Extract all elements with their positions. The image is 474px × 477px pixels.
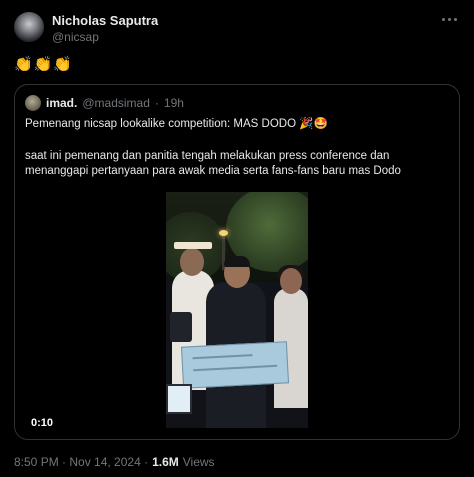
post-timestamp[interactable]: 8:50 PM · Nov 14, 2024 · xyxy=(14,455,148,469)
video-frame-light xyxy=(219,230,228,236)
quote-text-line1: Pemenang nicsap lookalike competition: M… xyxy=(25,118,328,130)
video-frame-prize-board xyxy=(180,341,290,389)
video-frame-board-line xyxy=(193,364,278,372)
views-count: 1.6M xyxy=(152,455,179,469)
author-handle[interactable]: @nicsap xyxy=(52,30,99,44)
quoted-post[interactable]: imad. @madsimad · 19h Pemenang nicsap lo… xyxy=(14,84,460,440)
video-frame-board-line xyxy=(192,354,253,360)
quote-author-handle: @madsimad xyxy=(82,96,150,110)
post-text: 👏👏👏 xyxy=(14,56,74,73)
post-header: Nicholas Saputra @nicsap xyxy=(14,12,460,46)
views-label: Views xyxy=(182,455,215,469)
quote-author-name: imad. xyxy=(46,96,78,110)
video-duration: 0:10 xyxy=(31,417,54,429)
more-options-icon[interactable] xyxy=(442,14,460,24)
quote-time: 19h xyxy=(163,96,184,110)
quote-separator: · xyxy=(154,96,159,110)
video-frame-microphone xyxy=(170,312,192,342)
video-frame-hair xyxy=(224,256,250,267)
video-frame-head xyxy=(280,268,302,294)
video-player[interactable] xyxy=(166,192,308,428)
quote-text-line2: saat ini pemenang dan panitia tengah mel… xyxy=(25,150,401,177)
post-metadata: 8:50 PM · Nov 14, 2024 · 1.6M Views xyxy=(14,455,215,469)
quote-author-avatar xyxy=(25,95,41,111)
author-avatar[interactable] xyxy=(14,12,44,42)
video-frame-phone xyxy=(166,384,192,414)
video-frame-hat xyxy=(174,242,212,249)
author-name[interactable]: Nicholas Saputra xyxy=(52,13,158,28)
video-frame-head xyxy=(180,248,204,276)
quote-header: imad. @madsimad · 19h xyxy=(25,94,184,112)
